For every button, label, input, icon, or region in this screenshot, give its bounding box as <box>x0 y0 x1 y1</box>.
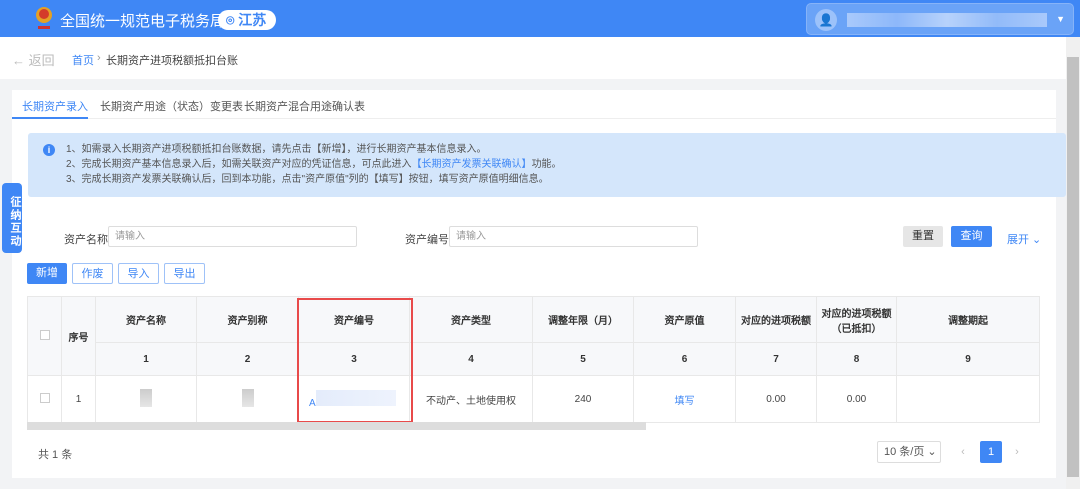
user-avatar-icon: 👤 <box>815 9 837 31</box>
invoice-link[interactable]: 【长期资产发票关联确认】 <box>412 159 532 170</box>
next-page-button[interactable]: › <box>1006 441 1028 463</box>
asset-code-label: 资产编号 <box>405 234 449 246</box>
col-number: 9 <box>896 342 1040 376</box>
col-number: 1 <box>95 342 197 376</box>
region-label: 江苏 <box>238 12 267 28</box>
row-checkbox[interactable] <box>39 392 50 403</box>
page-1-button[interactable]: 1 <box>980 441 1002 463</box>
horizontal-scrollbar[interactable] <box>27 422 646 430</box>
col-number: 7 <box>735 342 817 376</box>
info-line-2-end: 功能。 <box>531 159 562 170</box>
row-select-cell <box>27 375 62 423</box>
tab-mixed-use[interactable]: 长期资产混合用途确认表 <box>244 98 365 114</box>
cell-alias <box>196 375 299 423</box>
app-title: 全国统一规范电子税务局 <box>60 13 226 30</box>
top-header: 全国统一规范电子税务局 ⌾ 江苏 👤 ▼ <box>0 0 1080 37</box>
asset-code-input[interactable]: 请输入 <box>449 226 698 247</box>
user-name-redacted <box>847 13 1047 27</box>
info-notice: i 1、如需录入长期资产进项税额抵扣台账数据，请先点击【新增】，进行长期资产基本… <box>28 133 1066 197</box>
cell-seq: 1 <box>61 375 96 423</box>
col-header-name: 资产名称 <box>95 296 197 343</box>
col-header-tax-deducted: 对应的进项税额（已抵扣） <box>816 296 897 343</box>
region-selector[interactable]: ⌾ 江苏 <box>218 10 277 30</box>
asset-name-input[interactable]: 请输入 <box>108 226 357 247</box>
select-all-cell <box>27 296 62 376</box>
col-header-seq: 序号 <box>61 296 96 376</box>
vertical-scrollbar-thumb[interactable] <box>1067 57 1079 477</box>
cell-name <box>95 375 197 423</box>
col-number: 6 <box>633 342 736 376</box>
expand-toggle[interactable]: 展开 ⌄ <box>1007 231 1041 247</box>
info-icon: i <box>43 144 55 156</box>
col-number: 4 <box>409 342 533 376</box>
cell-months: 240 <box>532 375 634 423</box>
info-line-2-text: 2、完成长期资产基本信息录入后，如需关联资产对应的凭证信息，可点此进入 <box>66 159 412 170</box>
col-number: 8 <box>816 342 897 376</box>
col-header-tax: 对应的进项税额 <box>735 296 817 343</box>
import-button[interactable]: 导入 <box>118 263 159 284</box>
tax-emblem-logo <box>36 7 52 29</box>
col-header-type: 资产类型 <box>409 296 533 343</box>
cell-value: 填写 <box>633 375 736 423</box>
query-button[interactable]: 查询 <box>951 226 992 247</box>
col-header-months: 调整年限（月） <box>532 296 634 343</box>
export-button[interactable]: 导出 <box>164 263 205 284</box>
breadcrumb-bar: ← 返回 首页 › 长期资产进项税额抵扣台账 <box>0 37 1066 79</box>
page-size-select[interactable]: 10 条/页 ⌄ <box>877 441 941 463</box>
side-interaction-tab[interactable]: 征纳互动 <box>2 183 22 253</box>
col-header-alias: 资产别称 <box>196 296 299 343</box>
breadcrumb-current: 长期资产进项税额抵扣台账 <box>106 55 238 67</box>
back-button[interactable]: ← 返回 <box>12 50 55 69</box>
col-number: 5 <box>532 342 634 376</box>
breadcrumb-separator: › <box>97 52 101 64</box>
void-button[interactable]: 作废 <box>72 263 113 284</box>
asset-table: 序号 资产名称 资产别称 资产编号 资产类型 调整年限（月） 资产原值 对应的进… <box>27 296 1040 423</box>
tab-usage-change[interactable]: 长期资产用途（状态）变更表 <box>100 98 243 114</box>
tab-asset-entry[interactable]: 长期资产录入 <box>22 98 88 114</box>
redacted-name <box>140 388 152 407</box>
total-count: 共 1 条 <box>38 449 73 461</box>
cell-tax: 0.00 <box>735 375 817 423</box>
info-line-3: 3、完成长期资产发票关联确认后，回到本功能，点击"资产原值"列的【填写】按钮，填… <box>66 174 549 185</box>
tab-bar: 长期资产录入 长期资产用途（状态）变更表 长期资产混合用途确认表 <box>12 90 1056 119</box>
cell-tax-deducted: 0.00 <box>816 375 897 423</box>
prev-page-button[interactable]: ‹ <box>952 441 974 463</box>
col-header-start: 调整期起 <box>896 296 1040 343</box>
cell-type: 不动产、土地使用权 <box>409 375 533 423</box>
user-menu[interactable]: 👤 ▼ <box>806 3 1074 35</box>
cell-start <box>896 375 1040 423</box>
col-number: 2 <box>196 342 299 376</box>
breadcrumb-home[interactable]: 首页 <box>72 52 94 68</box>
active-tab-indicator <box>12 117 88 119</box>
select-all-checkbox[interactable] <box>39 329 50 340</box>
table-row: 1 A 不动产、土地使用权 240 填写 0.00 0.00 <box>27 375 1040 423</box>
asset-name-label: 资产名称 <box>64 234 108 246</box>
redacted-alias <box>241 388 254 407</box>
fill-in-link[interactable]: 填写 <box>675 396 695 407</box>
col-header-value: 资产原值 <box>633 296 736 343</box>
info-line-1: 1、如需录入长期资产进项税额抵扣台账数据，请先点击【新增】，进行长期资产基本信息… <box>66 144 487 155</box>
add-button[interactable]: 新增 <box>27 263 67 284</box>
reset-button[interactable]: 重置 <box>903 226 943 247</box>
info-line-2: 2、完成长期资产基本信息录入后，如需关联资产对应的凭证信息，可点此进入【长期资产… <box>66 157 1066 172</box>
caret-down-icon: ▼ <box>1056 14 1065 24</box>
highlight-box <box>297 298 413 423</box>
